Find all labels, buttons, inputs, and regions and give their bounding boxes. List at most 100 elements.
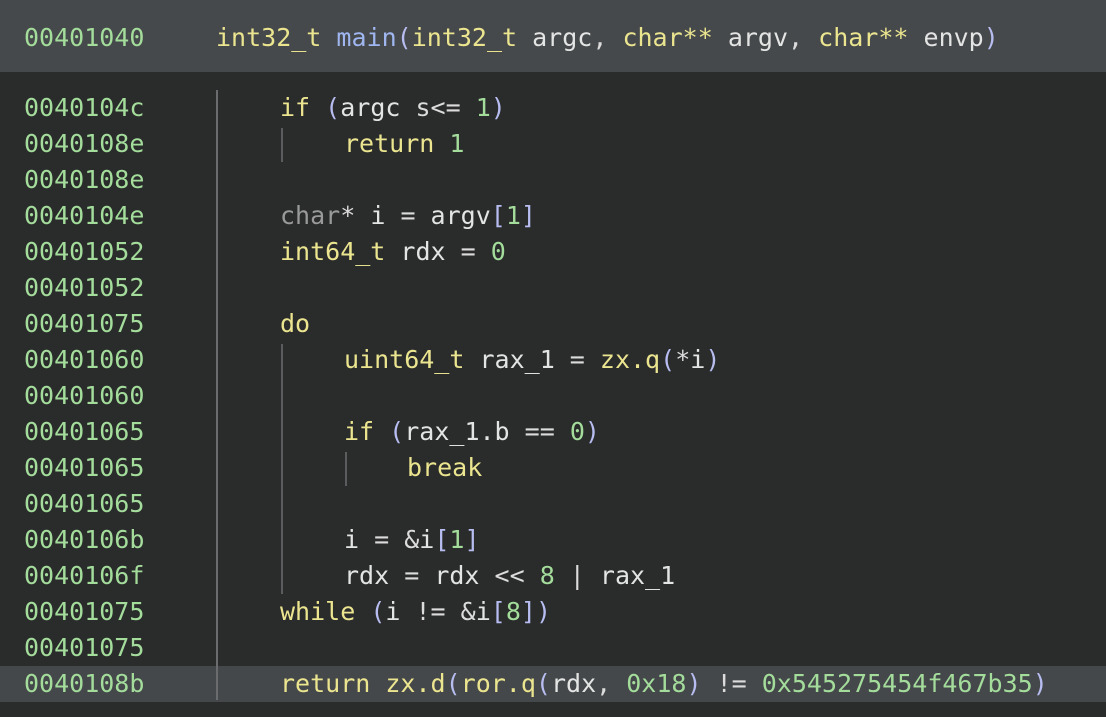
code-line[interactable]: 0040108e return 1 [0,126,1106,162]
line-address[interactable]: 0040106f [24,558,144,594]
identifier[interactable]: i [344,525,359,554]
line-address[interactable]: 00401075 [24,306,144,342]
line-address[interactable]: 00401065 [24,414,144,450]
type-token[interactable]: int64_t [280,237,385,266]
line-address[interactable]: 0040104e [24,198,144,234]
line-address[interactable]: 00401065 [24,486,144,522]
number-literal[interactable]: 0x18 [626,669,686,698]
identifier[interactable]: argc [340,93,400,122]
code-text[interactable]: if (rax_1.b == 0) [344,414,600,450]
identifier[interactable]: i [370,201,385,230]
code-line[interactable]: 00401065 if (rax_1.b == 0) [0,414,1106,450]
keyword[interactable]: return [280,669,370,698]
code-line[interactable]: 0040104e char* i = argv[1] [0,198,1106,234]
line-address[interactable]: 00401075 [24,594,144,630]
identifier[interactable]: i [476,597,491,626]
code-line[interactable]: 00401060 uint64_t rax_1 = zx.q(*i) [0,342,1106,378]
identifier[interactable]: rdx [551,669,596,698]
identifier[interactable]: argv [431,201,491,230]
param-name[interactable]: argv [728,23,788,52]
identifier[interactable]: i [419,525,434,554]
keyword[interactable]: do [280,309,310,338]
punctuation: [ [490,597,506,626]
code-text[interactable]: i = &i[1] [344,522,480,558]
number-literal[interactable]: 1 [449,129,464,158]
number-literal[interactable]: 0 [491,237,506,266]
line-address[interactable]: 00401052 [24,270,144,306]
number-literal[interactable]: 8 [540,561,555,590]
function-name[interactable]: main [336,23,396,52]
number-literal[interactable]: 0 [570,417,585,446]
code-line[interactable]: 00401075 do [0,306,1106,342]
number-literal[interactable]: 1 [449,525,464,554]
code-text[interactable]: break [407,450,482,486]
line-address[interactable]: 00401060 [24,342,144,378]
param-name[interactable]: envp [924,23,984,52]
code-view[interactable]: 0040104c if (argc s<= 1) 0040108e return 10… [0,72,1106,717]
code-text[interactable]: while (i != &i[8]) [280,594,551,630]
indent-guide [345,452,347,486]
code-line[interactable]: 00401052 int64_t rdx = 0 [0,234,1106,270]
code-text[interactable]: int64_t rdx = 0 [280,234,506,270]
identifier[interactable]: rdx [434,561,479,590]
code-line[interactable]: 0040106f rdx = rdx << 8 | rax_1 [0,558,1106,594]
line-address[interactable]: 0040104c [24,90,144,126]
line-address[interactable]: 0040108e [24,162,144,198]
number-literal[interactable]: 1 [476,93,491,122]
function-signature[interactable]: int32_t main(int32_t argc, char** argv, … [216,20,999,56]
code-line[interactable]: 00401075 while (i != &i[8]) [0,594,1106,630]
type-token[interactable]: char [280,201,340,230]
identifier[interactable]: rax_1.b [404,417,509,446]
type-token[interactable]: uint64_t [344,345,464,374]
keyword[interactable]: while [280,597,355,626]
identifier[interactable]: rdx [400,237,445,266]
function-call[interactable]: ror.q [461,669,536,698]
code-text[interactable]: if (argc s<= 1) [280,90,506,126]
operator [370,669,385,698]
param-type[interactable]: char** [818,23,908,52]
identifier[interactable]: rax_1 [600,561,675,590]
code-line[interactable]: 00401065 break [0,450,1106,486]
code-line[interactable]: 0040104c if (argc s<= 1) [0,90,1106,126]
line-address[interactable]: 0040106b [24,522,144,558]
function-call[interactable]: zx.q [600,345,660,374]
line-address[interactable]: 00401052 [24,234,144,270]
identifier[interactable]: rax_1 [479,345,554,374]
param-name[interactable]: argc [532,23,592,52]
identifier[interactable]: i [690,345,705,374]
code-text[interactable]: return zx.d(ror.q(rdx, 0x18) != 0x545275… [280,666,1048,702]
code-line[interactable]: 00401075 [0,630,1106,666]
line-address[interactable]: 0040108e [24,126,144,162]
code-line-selected[interactable]: 0040108b return zx.d(ror.q(rdx, 0x18) != … [0,666,1106,702]
keyword[interactable]: if [344,417,374,446]
code-text[interactable]: uint64_t rax_1 = zx.q(*i) [344,342,720,378]
code-line[interactable]: 00401065 [0,486,1106,522]
number-literal[interactable]: 8 [506,597,521,626]
line-address[interactable]: 00401065 [24,450,144,486]
code-line[interactable]: 0040108e [0,162,1106,198]
line-address[interactable]: 0040108b [24,666,144,702]
return-type[interactable]: int32_t [216,23,321,52]
code-line[interactable]: 00401052 [0,270,1106,306]
code-line[interactable]: 0040106b i = &i[1] [0,522,1106,558]
number-literal[interactable]: 1 [506,201,521,230]
keyword[interactable]: break [407,453,482,482]
keyword[interactable]: return [344,129,434,158]
code-text[interactable]: do [280,306,310,342]
number-literal[interactable]: 0x545275454f467b35 [762,669,1033,698]
code-line[interactable]: 00401060 [0,378,1106,414]
keyword[interactable]: if [280,93,310,122]
line-address[interactable]: 00401060 [24,378,144,414]
function-call[interactable]: zx.d [385,669,445,698]
identifier[interactable]: rdx [344,561,389,590]
param-type[interactable]: char** [622,23,712,52]
line-address[interactable]: 00401075 [24,630,144,666]
param-type[interactable]: int32_t [412,23,517,52]
code-text[interactable]: char* i = argv[1] [280,198,536,234]
function-header: 00401040 int32_t main(int32_t argc, char… [0,0,1106,72]
identifier[interactable]: i [385,597,400,626]
header-address[interactable]: 00401040 [24,20,144,56]
operator: | [554,561,600,590]
code-text[interactable]: return 1 [344,126,464,162]
code-text[interactable]: rdx = rdx << 8 | rax_1 [344,558,675,594]
